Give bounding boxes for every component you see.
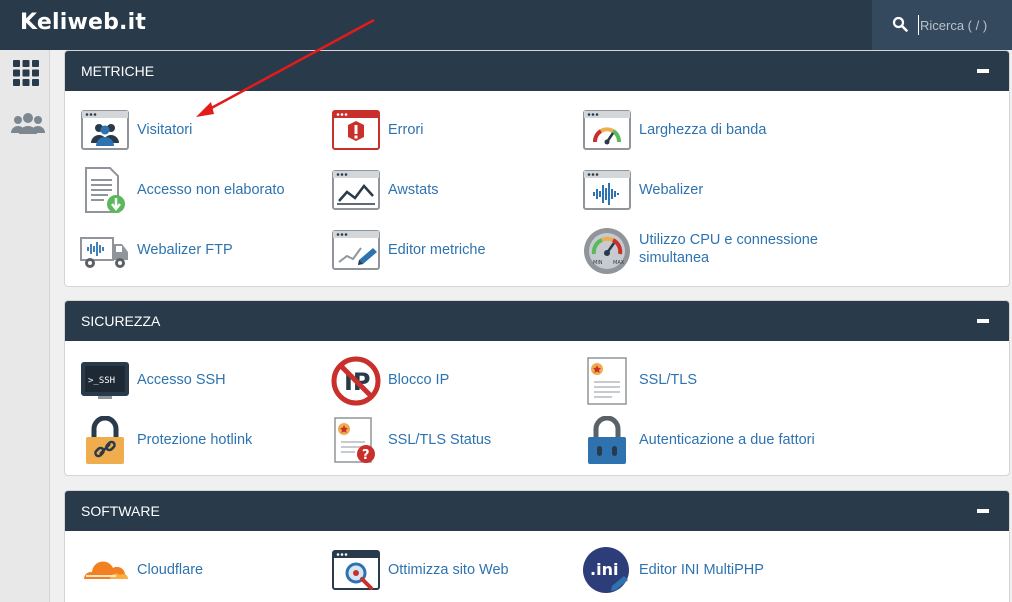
item-label: Visitatori [137,122,193,138]
item-protezione-hotlink[interactable]: Protezione hotlink [80,416,330,466]
item-accesso-ssh[interactable]: >_SSH Accesso SSH [80,356,330,406]
top-bar: Keliweb.it [0,0,1012,50]
item-label: Protezione hotlink [137,432,253,448]
svg-text:MIN: MIN [593,260,603,266]
item-editor-metriche[interactable]: Editor metriche [331,226,581,276]
panel-software: SOFTWARE Cloudflare Ottimizza sito Web .… [64,490,1010,602]
visitors-icon [81,110,129,150]
search-icon [892,16,908,32]
search-box[interactable] [872,0,1012,50]
item-label: Awstats [388,182,439,198]
metrics-editor-icon [332,230,380,270]
webalizer-ftp-truck-icon [80,237,128,268]
item-label: Errori [388,122,424,138]
two-factor-lock-icon [588,416,626,464]
item-visitatori[interactable]: Visitatori [80,106,330,156]
item-utilizzo-cpu[interactable]: MIN MAX Utilizzo CPU e connessione simul… [582,226,832,276]
awstats-chart-icon [332,170,380,210]
item-label: SSL/TLS Status [388,432,492,448]
errors-icon [332,110,380,150]
bandwidth-gauge-icon [583,110,631,150]
item-ssl-tls-status[interactable]: ? SSL/TLS Status [331,416,581,466]
svg-text:MAX: MAX [613,260,625,266]
webalizer-icon [583,170,631,210]
item-ottimizza-sito-web[interactable]: Ottimizza sito Web [331,546,581,596]
ssh-terminal-icon: >_SSH [81,362,129,399]
panel-header[interactable]: SOFTWARE [65,491,1009,531]
item-label: Autenticazione a due fattori [639,432,815,448]
cloudflare-icon [83,561,128,579]
item-errori[interactable]: Errori [331,106,581,156]
section-title: SICUREZZA [81,313,161,329]
item-label: Accesso SSH [137,372,226,388]
item-label: SSL/TLS [639,372,698,388]
raw-access-icon [85,167,125,213]
panel-metriche: METRICHE Visitatori Errori Larghezza di … [64,50,1010,287]
item-label: Ottimizza sito Web [388,562,509,578]
item-label: Blocco IP [388,372,450,388]
panel-sicurezza: SICUREZZA >_SSH Accesso SSH IP Blocco IP [64,300,1010,476]
collapse-icon[interactable] [977,69,989,73]
section-title: SOFTWARE [81,503,160,519]
item-label: Larghezza di banda [639,122,767,138]
item-label: Editor metriche [388,242,486,258]
certificate-status-icon: ? [334,417,375,463]
svg-text:>_SSH: >_SSH [88,376,115,386]
sidebar [0,50,50,602]
ini-editor-icon: .ini [583,547,629,593]
brand-logo[interactable]: Keliweb.it [20,10,146,35]
collapse-icon[interactable] [977,319,989,323]
item-label: Webalizer FTP [137,242,233,258]
item-accesso-non-elaborato[interactable]: Accesso non elaborato [80,166,330,216]
item-label: Cloudflare [137,562,204,578]
item-larghezza-di-banda[interactable]: Larghezza di banda [582,106,832,156]
collapse-icon[interactable] [977,509,989,513]
hotlink-lock-icon [86,416,124,464]
panel-header[interactable]: SICUREZZA [65,301,1009,341]
item-editor-ini-multiphp[interactable]: .ini Editor INI MultiPHP [582,546,832,596]
section-title: METRICHE [81,63,155,79]
item-label: Accesso non elaborato [137,182,285,198]
panel-header[interactable]: METRICHE [65,51,1009,91]
svg-text:.ini: .ini [590,560,618,579]
search-input[interactable] [918,15,1008,35]
item-label: Utilizzo CPU e connessione simultanea [639,232,818,266]
item-cloudflare[interactable]: Cloudflare [80,546,330,596]
item-blocco-ip[interactable]: IP Blocco IP [331,356,581,406]
item-label: Webalizer [639,182,704,198]
ip-block-icon: IP [331,356,381,406]
item-webalizer[interactable]: Webalizer [582,166,832,216]
apps-grid-icon[interactable] [11,60,41,86]
certificate-icon [587,357,627,405]
svg-text:?: ? [362,448,370,463]
users-icon[interactable] [10,112,46,136]
item-autenticazione-due-fattori[interactable]: Autenticazione a due fattori [582,416,832,466]
item-awstats[interactable]: Awstats [331,166,581,216]
item-ssl-tls[interactable]: SSL/TLS [582,356,832,406]
item-label: Editor INI MultiPHP [639,562,764,578]
cpu-gauge-icon: MIN MAX [584,228,630,274]
optimize-website-icon [332,550,380,590]
item-webalizer-ftp[interactable]: Webalizer FTP [80,226,330,276]
